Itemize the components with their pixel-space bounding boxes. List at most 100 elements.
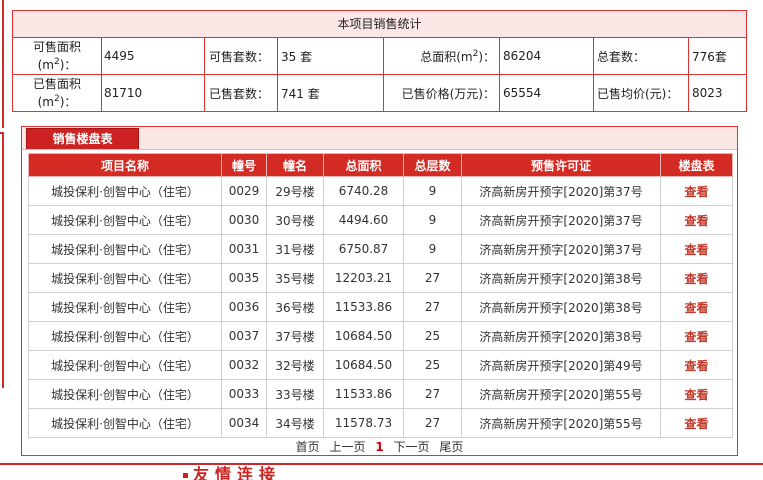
friend-links-title: 友情连接 [193,465,282,480]
header-floor-table: 楼盘表 [660,153,733,177]
available-units-label: 可售套数： [205,38,278,74]
left-sidebar-edge [0,0,4,128]
cell-total-area: 11533.86 [323,292,404,322]
cell-building-no: 0034 [221,408,267,438]
cell-total-area: 10684.50 [323,350,404,380]
pager-last[interactable]: 尾页 [439,440,463,454]
cell-project-name: 城投保利·创智中心（住宅） [28,176,222,206]
cell-presale-permit: 济高新房开预字[2020]第55号 [461,379,661,409]
cell-view-link[interactable]: 查看 [660,176,733,206]
cell-project-name: 城投保利·创智中心（住宅） [28,234,222,264]
cell-total-floors: 25 [403,321,462,351]
cell-project-name: 城投保利·创智中心（住宅） [28,321,222,351]
table-row: 城投保利·创智中心（住宅） 0032 32号楼 10684.50 25 济高新房开预字[2… [28,350,733,380]
cell-building-no: 0030 [221,205,267,235]
pager-prev[interactable]: 上一页 [329,440,365,454]
cell-project-name: 城投保利·创智中心（住宅） [28,379,222,409]
total-units-value: 776套 [692,49,727,64]
pager-first[interactable]: 首页 [296,440,320,454]
cell-presale-permit: 济高新房开预字[2020]第37号 [461,205,661,235]
cell-view-link[interactable]: 查看 [660,263,733,293]
cell-building-no: 0037 [221,321,267,351]
header-presale-permit: 预售许可证 [461,153,661,177]
cell-view-link[interactable]: 查看 [660,350,733,380]
cell-presale-permit: 济高新房开预字[2020]第38号 [461,292,661,322]
cell-building-name: 33号楼 [266,379,324,409]
sold-units-value: 741 套 [278,75,384,111]
cell-presale-permit: 济高新房开预字[2020]第38号 [461,263,661,293]
cell-total-floors: 9 [403,234,462,264]
avg-price-value: 8023 [692,86,723,100]
header-total-floors: 总层数 [403,153,462,177]
table-row: 城投保利·创智中心（住宅） 0029 29号楼 6740.28 9 济高新房开预字[202… [28,176,733,206]
total-units-label: 总套数： [594,38,689,74]
cell-view-link[interactable]: 查看 [660,379,733,409]
cell-total-area: 11578.73 [323,408,404,438]
cell-total-floors: 9 [403,176,462,206]
building-table: 项目名称 幢号 幢名 总面积 总层数 预售许可证 楼盘表 城投保利·创智中心（住宅） 0029… [28,153,733,438]
cell-project-name: 城投保利·创智中心（住宅） [28,292,222,322]
table-header-row: 项目名称 幢号 幢名 总面积 总层数 预售许可证 楼盘表 [28,153,733,177]
cell-total-area: 12203.21 [323,263,404,293]
header-total-area: 总面积 [323,153,404,177]
pager-current: 1 [375,440,384,454]
table-row: 城投保利·创智中心（住宅） 0035 35号楼 12203.21 27 济高新房开预字[2… [28,263,733,293]
available-units-value: 35 套 [278,38,384,74]
pagination: 首页 上一页 1 下一页 尾页 [22,438,737,455]
sold-area-label: 已售面积 (m2)： [13,75,102,111]
table-row: 城投保利·创智中心（住宅） 0033 33号楼 11533.86 27 济高新房开预字[2… [28,379,733,409]
cell-view-link[interactable]: 查看 [660,234,733,264]
cell-presale-permit: 济高新房开预字[2020]第49号 [461,350,661,380]
cell-project-name: 城投保利·创智中心（住宅） [28,263,222,293]
cell-building-name: 30号楼 [266,205,324,235]
avg-price-label: 已售均价(元)： [594,75,689,111]
available-area-value: 4495 [102,38,205,74]
cell-project-name: 城投保利·创智中心（住宅） [28,205,222,235]
table-row: 城投保利·创智中心（住宅） 0030 30号楼 4494.60 9 济高新房开预字[202… [28,205,733,235]
cell-total-floors: 27 [403,379,462,409]
cell-building-no: 0033 [221,379,267,409]
cell-building-name: 32号楼 [266,350,324,380]
header-project-name: 项目名称 [28,153,222,177]
friend-links-bar: 友情连接 [0,463,763,480]
total-area-value: 86204 [500,38,594,74]
header-building-no: 幢号 [221,153,267,177]
sales-statistics-title: 本项目销售统计 [13,11,746,38]
sold-price-value: 65554 [500,75,594,111]
sold-price-label: 已售价格(万元)： [384,75,500,111]
panel-tab-bar: 销售楼盘表 [22,127,737,150]
cell-total-floors: 9 [403,205,462,235]
table-row: 城投保利·创智中心（住宅） 0036 36号楼 11533.86 27 济高新房开预字[2… [28,292,733,322]
cell-total-floors: 27 [403,263,462,293]
cell-building-name: 29号楼 [266,176,324,206]
sold-area-value: 81710 [102,75,205,111]
cell-building-no: 0031 [221,234,267,264]
left-sidebar-edge-lower [0,132,4,388]
cell-view-link[interactable]: 查看 [660,321,733,351]
cell-view-link[interactable]: 查看 [660,408,733,438]
cell-total-floors: 27 [403,292,462,322]
total-area-label: 总面积(m2)： [384,38,500,74]
cell-project-name: 城投保利·创智中心（住宅） [28,408,222,438]
sales-building-panel: 销售楼盘表 项目名称 幢号 幢名 总面积 总层数 预售许可证 楼盘表 城投保利·创智中心（住… [21,126,738,456]
cell-total-area: 6740.28 [323,176,404,206]
cell-building-no: 0036 [221,292,267,322]
stats-row-available: 可售面积 (m2)： 4495 可售套数： 35 套 总面积(m2)： 86204… [13,38,746,75]
stats-row-sold: 已售面积 (m2)： 81710 已售套数： 741 套 已售价格(万元)： 65… [13,75,746,111]
table-row: 城投保利·创智中心（住宅） 0037 37号楼 10684.50 25 济高新房开预字[2… [28,321,733,351]
cell-presale-permit: 济高新房开预字[2020]第37号 [461,176,661,206]
header-building-name: 幢名 [266,153,324,177]
tab-sales-buildings[interactable]: 销售楼盘表 [26,128,139,149]
cell-building-name: 31号楼 [266,234,324,264]
cell-building-no: 0029 [221,176,267,206]
sold-units-label: 已售套数： [205,75,278,111]
table-row: 城投保利·创智中心（住宅） 0034 34号楼 11578.73 27 济高新房开预字[2… [28,408,733,438]
pager-next[interactable]: 下一页 [394,440,430,454]
cell-view-link[interactable]: 查看 [660,292,733,322]
cell-view-link[interactable]: 查看 [660,205,733,235]
cell-total-area: 10684.50 [323,321,404,351]
cell-total-floors: 25 [403,350,462,380]
cell-project-name: 城投保利·创智中心（住宅） [28,350,222,380]
cell-total-area: 6750.87 [323,234,404,264]
cell-building-no: 0032 [221,350,267,380]
